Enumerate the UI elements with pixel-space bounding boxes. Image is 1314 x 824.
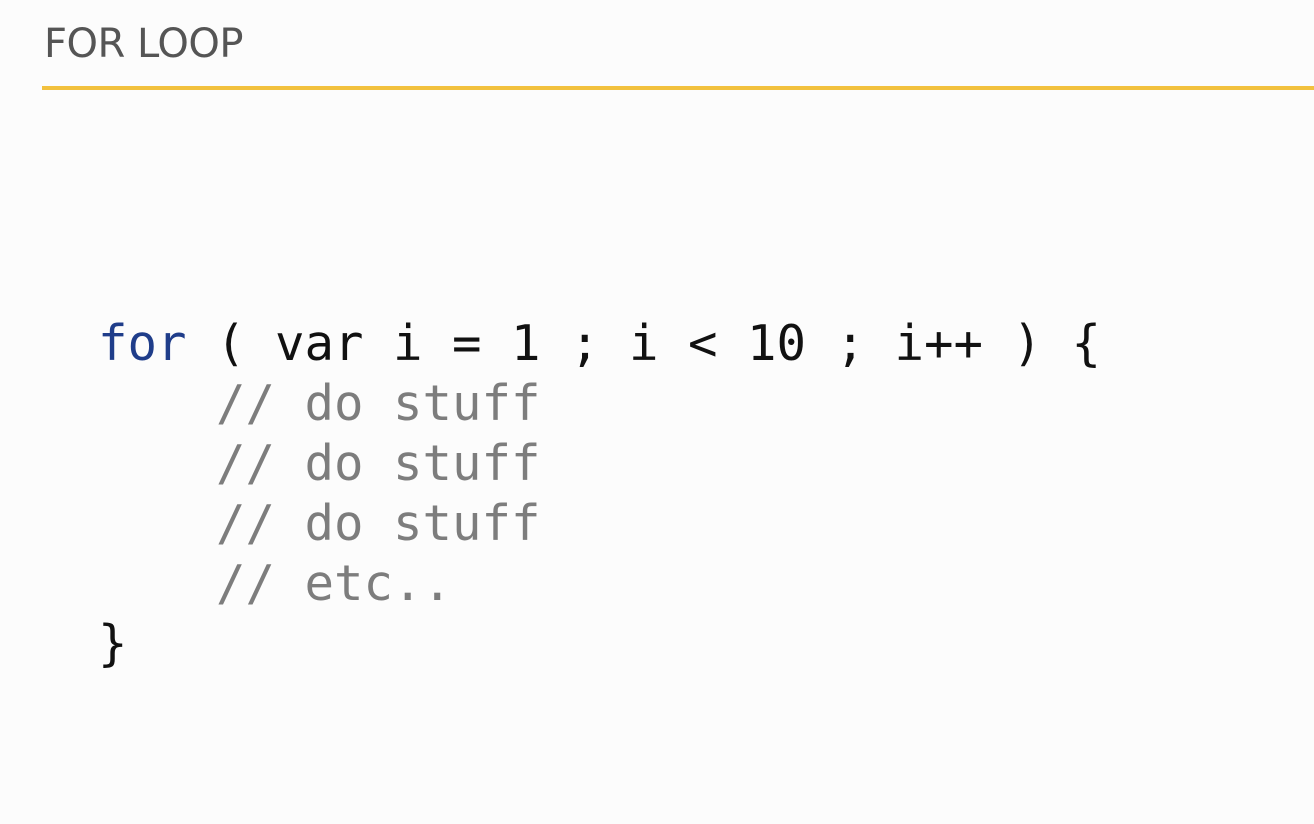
- closing-brace: }: [98, 615, 128, 672]
- code-comment: // etc..: [216, 555, 453, 612]
- code-comment: // do stuff: [216, 495, 541, 552]
- loop-header: ( var i = 1 ; i < 10 ; i++ ) {: [186, 315, 1102, 372]
- code-line-comment: // do stuff: [98, 374, 1101, 434]
- code-line-comment: // do stuff: [98, 494, 1101, 554]
- title-divider: [42, 86, 1314, 90]
- code-comment: // do stuff: [216, 375, 541, 432]
- code-line-comment: // do stuff: [98, 434, 1101, 494]
- for-keyword: for: [98, 315, 187, 372]
- code-line-for-header: for ( var i = 1 ; i < 10 ; i++ ) {: [98, 314, 1101, 374]
- code-line-comment: // etc..: [98, 554, 1101, 614]
- code-comment: // do stuff: [216, 435, 541, 492]
- code-block: for ( var i = 1 ; i < 10 ; i++ ) { // do…: [98, 314, 1101, 674]
- slide-title: FOR LOOP: [44, 21, 243, 67]
